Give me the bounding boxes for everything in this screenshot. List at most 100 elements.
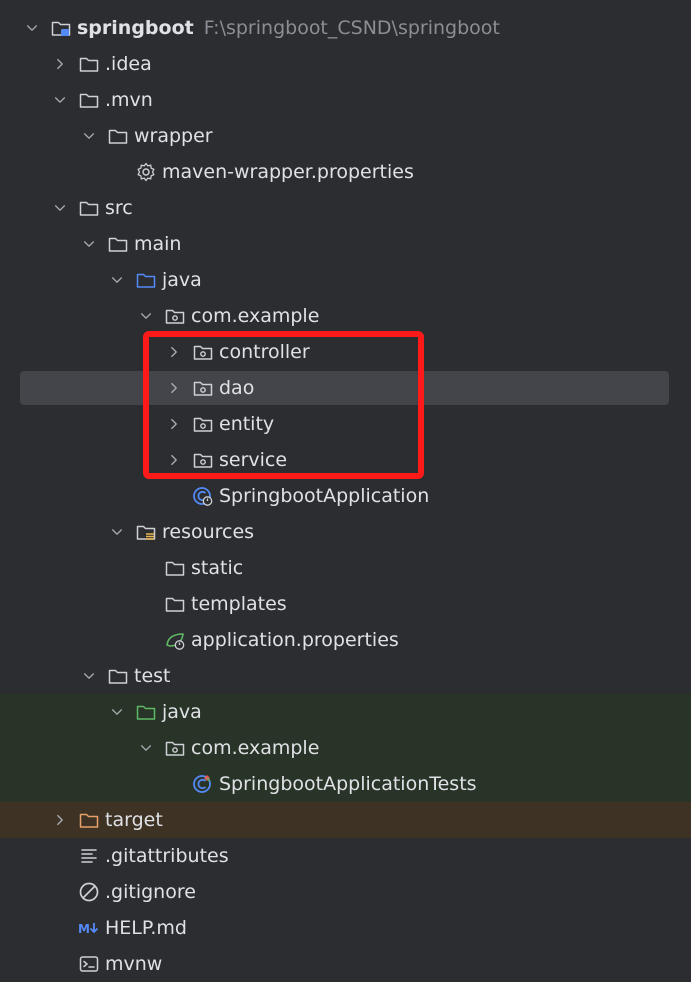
node-label: controller — [219, 341, 310, 363]
tree-node-controller[interactable]: controller — [0, 334, 691, 370]
chevron-down-icon[interactable] — [79, 234, 99, 254]
markdown-icon — [78, 917, 100, 939]
test-folder-icon — [135, 701, 157, 723]
node-label: .mvn — [105, 89, 153, 111]
tree-node-springboot-application-tests[interactable]: SpringbootApplicationTests — [0, 766, 691, 802]
package-icon — [192, 449, 214, 471]
folder-icon — [107, 125, 129, 147]
tree-node-idea[interactable]: .idea — [0, 46, 691, 82]
tree-node-main[interactable]: main — [0, 226, 691, 262]
excluded-folder-icon — [78, 809, 100, 831]
chevron-right-icon[interactable] — [50, 810, 70, 830]
folder-icon — [78, 89, 100, 111]
ignore-icon — [78, 881, 100, 903]
terminal-icon — [78, 953, 100, 975]
project-folder-icon — [50, 17, 72, 39]
node-label: wrapper — [134, 125, 213, 147]
chevron-down-icon[interactable] — [107, 702, 127, 722]
node-label: springboot — [77, 17, 194, 39]
tree-node-main-package[interactable]: com.example — [0, 298, 691, 334]
spring-properties-icon — [164, 629, 186, 651]
node-label: test — [134, 665, 171, 687]
project-path: F:\springboot_CSND\springboot — [203, 17, 500, 39]
package-icon — [192, 413, 214, 435]
chevron-down-icon[interactable] — [107, 270, 127, 290]
tree-node-springboot-application[interactable]: SpringbootApplication — [0, 478, 691, 514]
node-label: com.example — [191, 737, 320, 759]
chevron-right-icon[interactable] — [50, 54, 70, 74]
package-icon — [192, 377, 214, 399]
node-label: entity — [219, 413, 275, 435]
tree-node-mvnw[interactable]: mvnw — [0, 946, 691, 982]
project-tree: springboot F:\springboot_CSND\springboot… — [0, 10, 691, 982]
tree-node-maven-wrapper-properties[interactable]: maven-wrapper.properties — [0, 154, 691, 190]
text-lines-icon — [78, 845, 100, 867]
tree-node-resources[interactable]: resources — [0, 514, 691, 550]
tree-node-wrapper[interactable]: wrapper — [0, 118, 691, 154]
chevron-down-icon[interactable] — [136, 306, 156, 326]
package-icon — [164, 737, 186, 759]
tree-node-test-java[interactable]: java — [0, 694, 691, 730]
folder-icon — [107, 665, 129, 687]
tree-node-service[interactable]: service — [0, 442, 691, 478]
tree-node-dao[interactable]: dao — [0, 370, 691, 406]
chevron-down-icon[interactable] — [136, 738, 156, 758]
node-label: SpringbootApplicationTests — [219, 773, 477, 795]
tree-node-test-package[interactable]: com.example — [0, 730, 691, 766]
node-label: mvnw — [105, 953, 163, 975]
tree-node-src[interactable]: src — [0, 190, 691, 226]
node-label: java — [162, 269, 202, 291]
node-label: com.example — [191, 305, 320, 327]
folder-icon — [78, 53, 100, 75]
node-label: service — [219, 449, 288, 471]
folder-icon — [107, 233, 129, 255]
node-label: static — [191, 557, 244, 579]
tree-node-gitattributes[interactable]: .gitattributes — [0, 838, 691, 874]
chevron-down-icon[interactable] — [107, 522, 127, 542]
resources-folder-icon — [135, 521, 157, 543]
spring-test-class-icon — [192, 773, 214, 795]
chevron-right-icon[interactable] — [164, 342, 184, 362]
spring-boot-class-icon — [192, 485, 214, 507]
package-icon — [192, 341, 214, 363]
node-label: target — [105, 809, 163, 831]
chevron-down-icon[interactable] — [79, 666, 99, 686]
tree-node-application-properties[interactable]: application.properties — [0, 622, 691, 658]
node-label: .gitattributes — [105, 845, 229, 867]
chevron-down-icon[interactable] — [50, 198, 70, 218]
tree-node-help-md[interactable]: HELP.md — [0, 910, 691, 946]
tree-node-test[interactable]: test — [0, 658, 691, 694]
tree-node-target[interactable]: target — [0, 802, 691, 838]
node-label: application.properties — [191, 629, 399, 651]
tree-node-templates[interactable]: templates — [0, 586, 691, 622]
chevron-right-icon[interactable] — [164, 414, 184, 434]
tree-node-main-java[interactable]: java — [0, 262, 691, 298]
tree-node-static[interactable]: static — [0, 550, 691, 586]
package-icon — [164, 305, 186, 327]
node-label: resources — [162, 521, 255, 543]
tree-node-gitignore[interactable]: .gitignore — [0, 874, 691, 910]
node-label: .gitignore — [105, 881, 196, 903]
node-label: main — [134, 233, 182, 255]
node-label: java — [162, 701, 202, 723]
gear-icon — [135, 161, 157, 183]
node-label: templates — [191, 593, 287, 615]
node-label: .idea — [105, 53, 152, 75]
tree-node-mvn[interactable]: .mvn — [0, 82, 691, 118]
tree-node-springboot[interactable]: springboot F:\springboot_CSND\springboot — [0, 10, 691, 46]
folder-icon — [164, 557, 186, 579]
chevron-right-icon[interactable] — [164, 450, 184, 470]
node-label: dao — [219, 377, 255, 399]
node-label: SpringbootApplication — [219, 485, 430, 507]
node-label: src — [105, 197, 133, 219]
node-label: maven-wrapper.properties — [162, 161, 414, 183]
chevron-down-icon[interactable] — [79, 126, 99, 146]
folder-icon — [78, 197, 100, 219]
tree-node-entity[interactable]: entity — [0, 406, 691, 442]
chevron-right-icon[interactable] — [164, 378, 184, 398]
chevron-down-icon[interactable] — [22, 18, 42, 38]
chevron-down-icon[interactable] — [50, 90, 70, 110]
source-folder-icon — [135, 269, 157, 291]
folder-icon — [164, 593, 186, 615]
node-label: HELP.md — [105, 917, 187, 939]
